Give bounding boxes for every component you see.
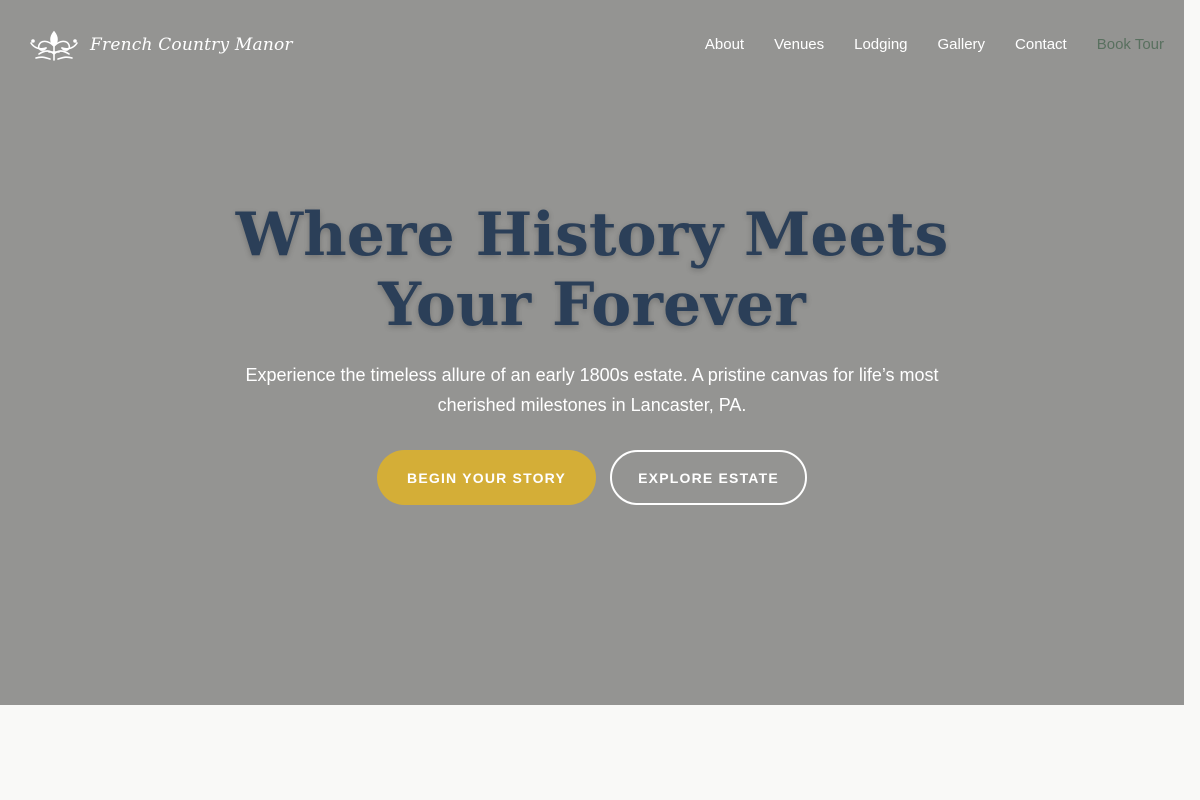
- begin-your-story-button[interactable]: BEGIN YOUR STORY: [377, 450, 596, 505]
- explore-estate-button[interactable]: EXPLORE ESTATE: [610, 450, 807, 505]
- site-logo[interactable]: French Country Manor: [28, 28, 293, 62]
- nav-link-venues[interactable]: Venues: [774, 35, 824, 55]
- next-section: [0, 705, 1184, 800]
- hero-content: Where History Meets Your Forever Experie…: [0, 200, 1184, 505]
- main-nav: About Venues Lodging Gallery Contact Boo…: [675, 35, 1164, 55]
- scrollbar-gutter: [1184, 0, 1200, 800]
- hero-buttons: BEGIN YOUR STORY EXPLORE ESTATE: [0, 450, 1184, 505]
- nav-link-contact[interactable]: Contact: [1015, 35, 1067, 55]
- hero-headline-line-1: Where History Meets: [235, 200, 949, 270]
- hero-subtitle: Experience the timeless allure of an ear…: [245, 365, 939, 415]
- fleur-de-lis-ornament-icon: [30, 30, 78, 61]
- nav-link-lodging[interactable]: Lodging: [854, 35, 907, 55]
- brand-name: French Country Manor: [90, 35, 293, 55]
- hero-headline-line-2: Your Forever: [378, 270, 806, 340]
- hero-headline: Where History Meets Your Forever: [212, 200, 972, 340]
- nav-link-gallery[interactable]: Gallery: [938, 35, 986, 55]
- hero-section: French Country Manor About Venues Lodgin…: [0, 0, 1184, 705]
- nav-link-about[interactable]: About: [705, 35, 744, 55]
- nav-link-book-tour[interactable]: Book Tour: [1097, 35, 1164, 55]
